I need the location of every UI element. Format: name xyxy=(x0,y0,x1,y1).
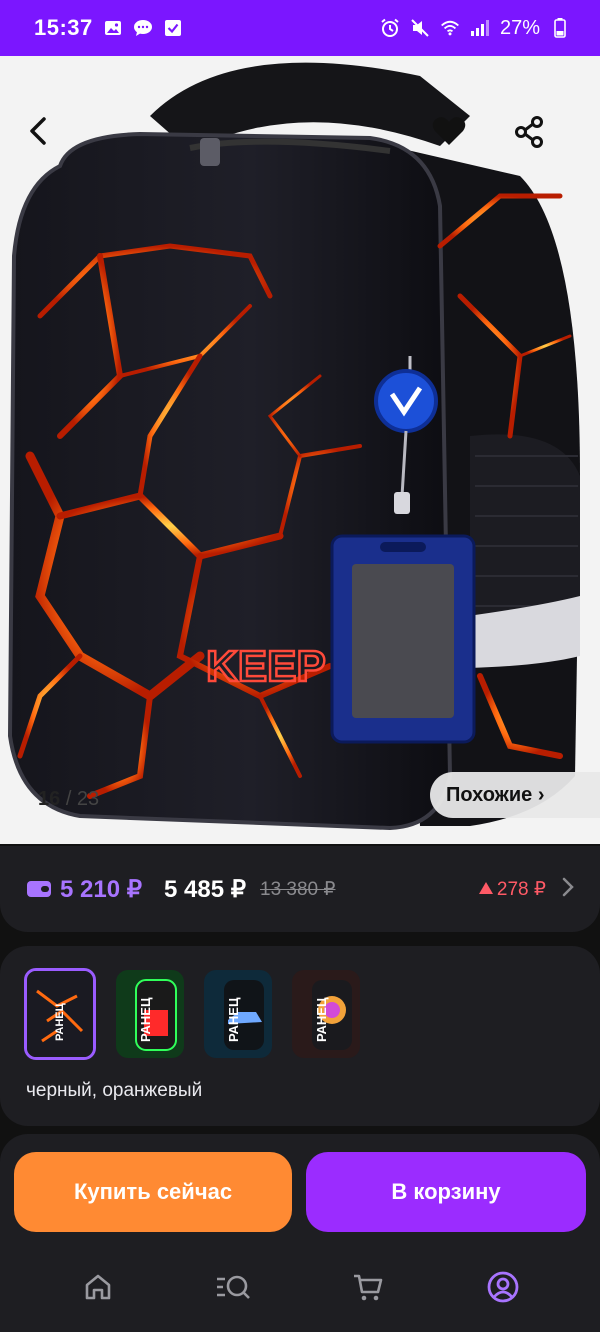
mute-icon xyxy=(410,18,430,38)
chevron-right-icon xyxy=(562,877,574,902)
old-price: 13 380 ₽ xyxy=(260,878,336,900)
variant-thumbnails: РАНЕЦ РАНЕЦ РАНЕЦ РАНЕЦ xyxy=(24,968,360,1060)
buy-now-button[interactable]: Купить сейчас xyxy=(14,1152,292,1232)
check-icon xyxy=(163,18,183,38)
nav-home[interactable] xyxy=(68,1259,128,1319)
gallery-page-counter: 16 / 23 xyxy=(38,788,99,811)
back-button[interactable] xyxy=(28,116,86,174)
catalog-search-icon xyxy=(215,1272,251,1307)
wifi-icon xyxy=(440,18,460,38)
profile-icon xyxy=(487,1271,519,1308)
image-icon xyxy=(103,18,123,38)
gallery-total-pages: / 23 xyxy=(65,788,100,810)
thumb-label: РАНЕЦ xyxy=(226,997,241,1042)
chat-icon xyxy=(133,18,153,38)
favorite-button[interactable] xyxy=(432,116,490,174)
variant-thumb-lion[interactable]: РАНЕЦ xyxy=(292,970,360,1058)
home-icon xyxy=(83,1272,113,1307)
current-price: 5 485 ₽ xyxy=(164,875,246,903)
thumb-label: РАНЕЦ xyxy=(138,997,153,1042)
variant-thumb-car[interactable]: РАНЕЦ xyxy=(204,970,272,1058)
price-change-value: 278 ₽ xyxy=(496,878,546,900)
status-time: 15:37 xyxy=(34,15,93,40)
variant-thumb-black-orange[interactable]: РАНЕЦ xyxy=(24,968,96,1060)
triangle-up-icon xyxy=(478,878,493,900)
purchase-actions: Купить сейчас В корзину xyxy=(0,1134,600,1246)
variants-section: РАНЕЦ РАНЕЦ РАНЕЦ РАНЕЦ черный, оранжевы… xyxy=(0,946,600,1126)
status-bar-left: 15:37 xyxy=(34,15,183,41)
selected-variant-label: черный, оранжевый xyxy=(26,1080,203,1101)
backpack-image: KEEP OUT xyxy=(7,62,580,831)
similar-products-label: Похожие › xyxy=(446,783,545,806)
price-change: 278 ₽ xyxy=(478,878,546,901)
thumb-label: РАНЕЦ xyxy=(314,997,329,1042)
status-bar: 15:37 27% xyxy=(0,0,600,56)
signal-icon xyxy=(470,18,490,38)
battery-percent: 27% xyxy=(499,16,540,39)
nav-cart[interactable] xyxy=(338,1259,398,1319)
similar-products-button[interactable]: Похожие › xyxy=(430,772,600,818)
status-bar-right: 27% xyxy=(380,17,570,40)
nav-catalog[interactable] xyxy=(203,1259,263,1319)
share-button[interactable] xyxy=(514,116,572,174)
add-to-cart-button[interactable]: В корзину xyxy=(306,1152,586,1232)
price-row[interactable]: 5 210 ₽ 5 485 ₽ 13 380 ₽ 278 ₽ xyxy=(0,846,600,932)
wallet-price: 5 210 ₽ xyxy=(60,875,142,903)
alarm-icon xyxy=(380,18,400,38)
variant-thumb-green[interactable]: РАНЕЦ xyxy=(116,970,184,1058)
cart-icon xyxy=(352,1272,384,1307)
battery-icon xyxy=(550,18,570,38)
thumb-label: РАНЕЦ xyxy=(54,1003,66,1041)
nav-profile[interactable] xyxy=(473,1259,533,1319)
wallet-icon xyxy=(26,879,52,899)
product-gallery[interactable]: KEEP OUT 16 / 23 Похожие › xyxy=(0,56,600,844)
gallery-current-page: 16 xyxy=(38,788,61,810)
bottom-navigation xyxy=(0,1246,600,1332)
